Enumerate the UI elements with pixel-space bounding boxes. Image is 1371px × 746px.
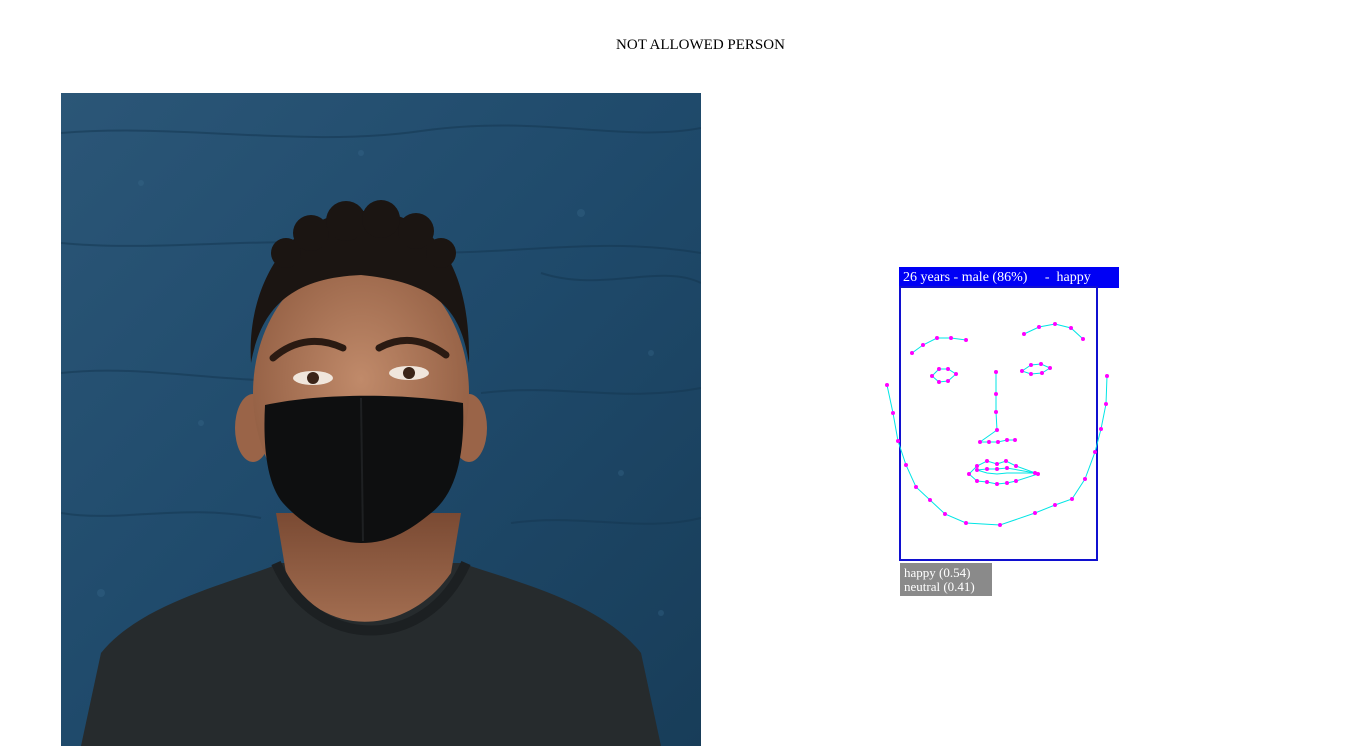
page: NOT ALLOWED PERSON 26 years - male (86%)… <box>0 0 1371 746</box>
face-detection-label: 26 years - male (86%) - happy <box>899 267 1119 288</box>
page-title: NOT ALLOWED PERSON <box>616 37 785 53</box>
input-photo <box>61 93 701 746</box>
face-landmarks-overlay <box>885 322 1109 527</box>
emotion-score-happy: happy (0.54) <box>904 565 971 580</box>
emotion-score-neutral: neutral (0.41) <box>904 579 975 594</box>
emotion-scores-panel: happy (0.54) neutral (0.41) <box>900 563 992 596</box>
